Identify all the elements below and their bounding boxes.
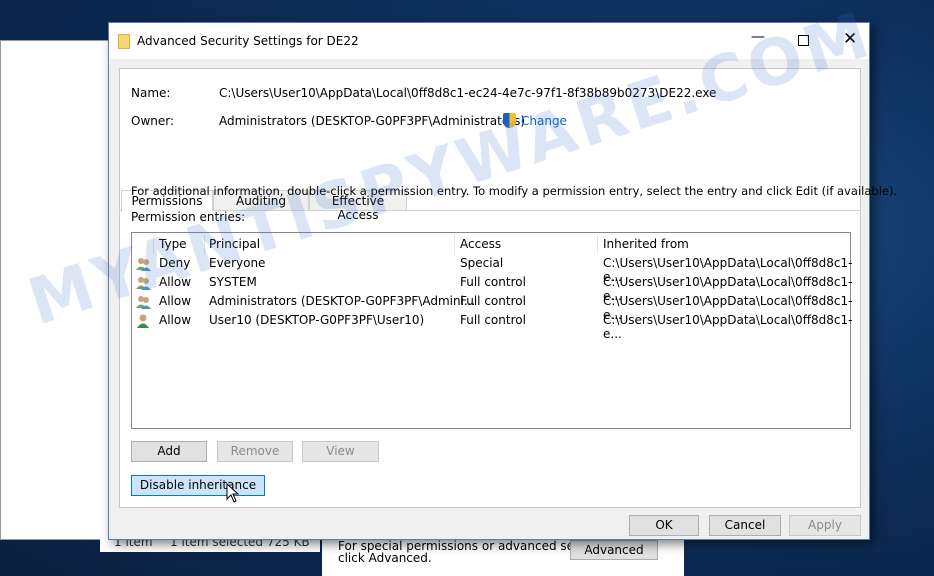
mouse-cursor-icon xyxy=(226,483,239,503)
group-users-icon xyxy=(136,295,151,309)
column-header-type[interactable]: Type xyxy=(159,237,187,251)
table-row[interactable]: Allow User10 (DESKTOP-G0PF3PF\User10) Fu… xyxy=(132,311,852,341)
table-row[interactable]: Deny Everyone Special C:\Users\User10\Ap… xyxy=(132,254,852,284)
entry-access: Full control xyxy=(460,294,526,308)
apply-button[interactable]: Apply xyxy=(789,515,861,536)
title-bar: Advanced Security Settings for DE22 — ✕ xyxy=(109,23,869,59)
entry-inherited-from: C:\Users\User10\AppData\Local\0ff8d8c1-e… xyxy=(603,313,853,341)
owner-value: Administrators (DESKTOP-G0PF3PF\Administ… xyxy=(219,114,526,128)
user-icon xyxy=(136,314,150,328)
background-window xyxy=(0,40,110,540)
table-row[interactable]: Allow SYSTEM Full control C:\Users\User1… xyxy=(132,273,852,303)
close-button[interactable]: ✕ xyxy=(843,29,857,49)
entry-principal: Administrators (DESKTOP-G0PF3PF\Admini..… xyxy=(209,294,476,308)
entry-principal: User10 (DESKTOP-G0PF3PF\User10) xyxy=(209,313,425,327)
group-users-icon xyxy=(136,257,151,271)
entry-type: Allow xyxy=(159,275,192,289)
entry-access: Special xyxy=(460,256,504,270)
change-owner-link[interactable]: Change xyxy=(521,114,567,128)
disable-inheritance-button[interactable]: Disable inheritance xyxy=(131,475,265,496)
advanced-button[interactable]: Advanced xyxy=(570,540,658,560)
group-users-icon xyxy=(136,276,151,290)
entry-access: Full control xyxy=(460,275,526,289)
table-row[interactable]: Allow Administrators (DESKTOP-G0PF3PF\Ad… xyxy=(132,292,852,322)
permission-entries-label: Permission entries: xyxy=(131,210,246,224)
content-panel: Name: C:\Users\User10\AppData\Local\0ff8… xyxy=(119,68,897,508)
name-label: Name: xyxy=(131,86,171,100)
entry-type: Deny xyxy=(159,256,191,270)
advanced-security-dialog: Advanced Security Settings for DE22 — ✕ … xyxy=(108,22,897,540)
permission-entries-list[interactable]: Type Principal Access Inherited from Den… xyxy=(131,232,852,429)
cancel-button[interactable]: Cancel xyxy=(709,515,781,536)
background-properties-window: For special permissions or advanced sett… xyxy=(322,535,684,576)
folder-icon xyxy=(118,34,130,49)
entry-type: Allow xyxy=(159,294,192,308)
name-value: C:\Users\User10\AppData\Local\0ff8d8c1-e… xyxy=(219,86,717,100)
column-header-principal[interactable]: Principal xyxy=(209,237,260,251)
info-text: For additional information, double-click… xyxy=(131,184,898,198)
list-header: Type Principal Access Inherited from xyxy=(132,235,850,254)
entry-principal: Everyone xyxy=(209,256,266,270)
entry-principal: SYSTEM xyxy=(209,275,257,289)
entry-access: Full control xyxy=(460,313,526,327)
owner-label: Owner: xyxy=(131,114,175,128)
window-title: Advanced Security Settings for DE22 xyxy=(137,34,359,48)
view-button[interactable]: View xyxy=(302,441,379,462)
minimize-button[interactable]: — xyxy=(751,29,765,45)
uac-shield-icon xyxy=(503,113,516,128)
entry-type: Allow xyxy=(159,313,192,327)
column-header-access[interactable]: Access xyxy=(460,237,501,251)
maximize-button[interactable] xyxy=(798,35,809,46)
add-button[interactable]: Add xyxy=(131,441,207,462)
advanced-hint-2: click Advanced. xyxy=(338,551,432,565)
ok-button[interactable]: OK xyxy=(629,515,699,536)
remove-button[interactable]: Remove xyxy=(217,441,293,462)
column-header-inherited[interactable]: Inherited from xyxy=(603,237,689,251)
